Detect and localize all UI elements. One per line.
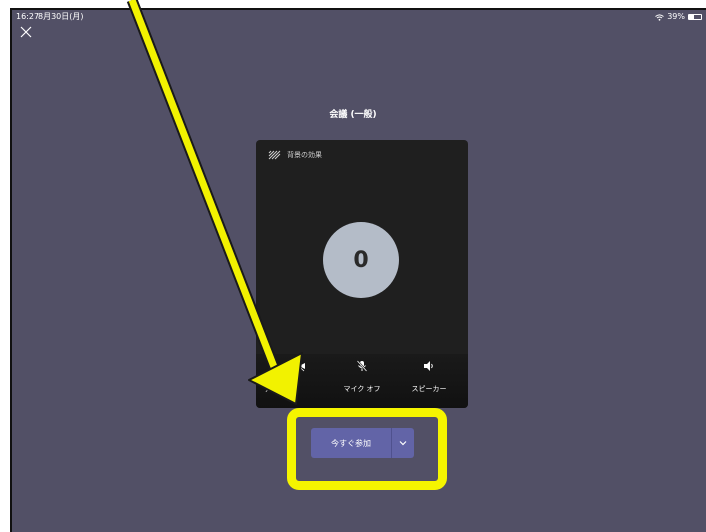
background-effects-label: 背景の効果: [287, 151, 322, 159]
status-date: 8月30日(月): [38, 12, 84, 21]
video-toggle-label: デオ オフ: [264, 385, 295, 393]
chevron-down-icon: [399, 441, 407, 446]
join-options-dropdown[interactable]: [392, 428, 414, 458]
close-icon: [20, 26, 32, 38]
video-preview-card: 背景の効果 0 デオ オフ マイク オフ スピーカー: [256, 140, 468, 408]
status-right: 39%: [655, 10, 702, 24]
status-bar: 16:27 8月30日(月) 39%: [12, 10, 706, 24]
background-effects-button[interactable]: 背景の効果: [268, 150, 322, 160]
battery-icon: [688, 14, 702, 20]
video-off-icon: [292, 360, 305, 372]
join-button-group: 今すぐ参加: [311, 428, 414, 458]
speaker-icon: [424, 361, 433, 371]
status-time: 16:27: [16, 12, 40, 21]
mic-toggle-label: マイク オフ: [343, 385, 381, 393]
battery-percent: 39%: [667, 12, 685, 21]
speaker-button[interactable]: スピーカー: [394, 360, 464, 394]
preview-controls: デオ オフ マイク オフ スピーカー: [256, 354, 468, 408]
meeting-title: 会議 (一般): [329, 110, 377, 120]
screenshot: 16:27 8月30日(月) 39% 会議 (一般) 背景の効果 0 デオ オフ…: [0, 0, 706, 532]
speaker-label: スピーカー: [411, 385, 447, 393]
wifi-icon: [655, 13, 665, 21]
close-button[interactable]: [18, 24, 34, 40]
avatar: 0: [323, 222, 399, 298]
video-toggle-button[interactable]: デオ オフ: [260, 360, 330, 394]
background-effects-icon: [268, 150, 281, 160]
join-now-button[interactable]: 今すぐ参加: [311, 428, 391, 458]
mic-toggle-button[interactable]: マイク オフ: [327, 360, 397, 394]
mic-off-icon: [356, 360, 368, 372]
